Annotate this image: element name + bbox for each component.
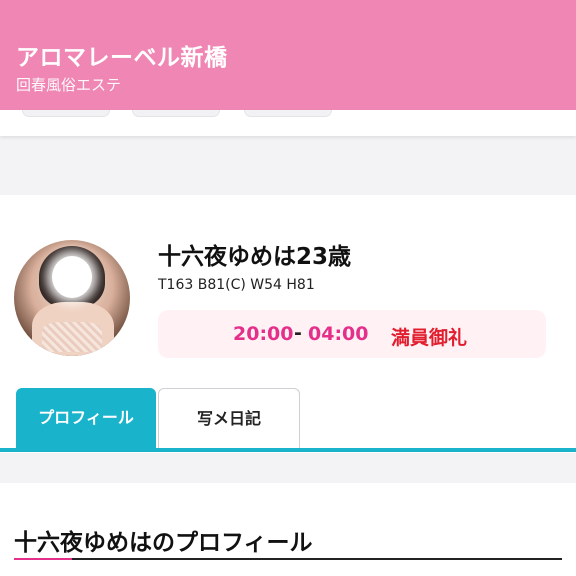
avatar-face-blur [52, 256, 92, 298]
nav-button[interactable] [22, 110, 110, 117]
nav-button[interactable] [132, 110, 220, 117]
schedule-end-time: 04:00 [308, 323, 369, 345]
schedule-box: 20:00 - 04:00 満員御礼 [158, 310, 546, 358]
site-header: アロマレーベル新橋 回春風俗エステ [0, 0, 576, 110]
status-badge: 満員御礼 [391, 327, 468, 349]
tab-underline [0, 448, 576, 452]
profile-section: 十六夜ゆめはのプロフィール [0, 483, 576, 576]
shop-category: 回春風俗エステ [16, 76, 122, 94]
schedule-separator: - [294, 322, 302, 344]
schedule-start-time: 20:00 [233, 323, 294, 345]
nav-button[interactable] [244, 110, 332, 117]
tab-photo-diary[interactable]: 写メ日記 [158, 388, 300, 448]
section-rule-accent [14, 558, 72, 560]
tab-profile[interactable]: プロフィール [16, 388, 156, 448]
cast-avatar[interactable] [14, 240, 130, 356]
section-title: 十六夜ゆめはのプロフィール [14, 530, 313, 556]
cast-profile-card: 十六夜ゆめは23歳 T163 B81(C) W54 H81 20:00 - 04… [0, 195, 576, 453]
cast-name: 十六夜ゆめは23歳 [158, 244, 352, 270]
shop-name[interactable]: アロマレーベル新橋 [16, 38, 228, 72]
cast-measurements: T163 B81(C) W54 H81 [158, 277, 315, 293]
avatar-lace [42, 322, 102, 352]
section-rule [14, 558, 562, 560]
nav-strip [0, 110, 576, 136]
